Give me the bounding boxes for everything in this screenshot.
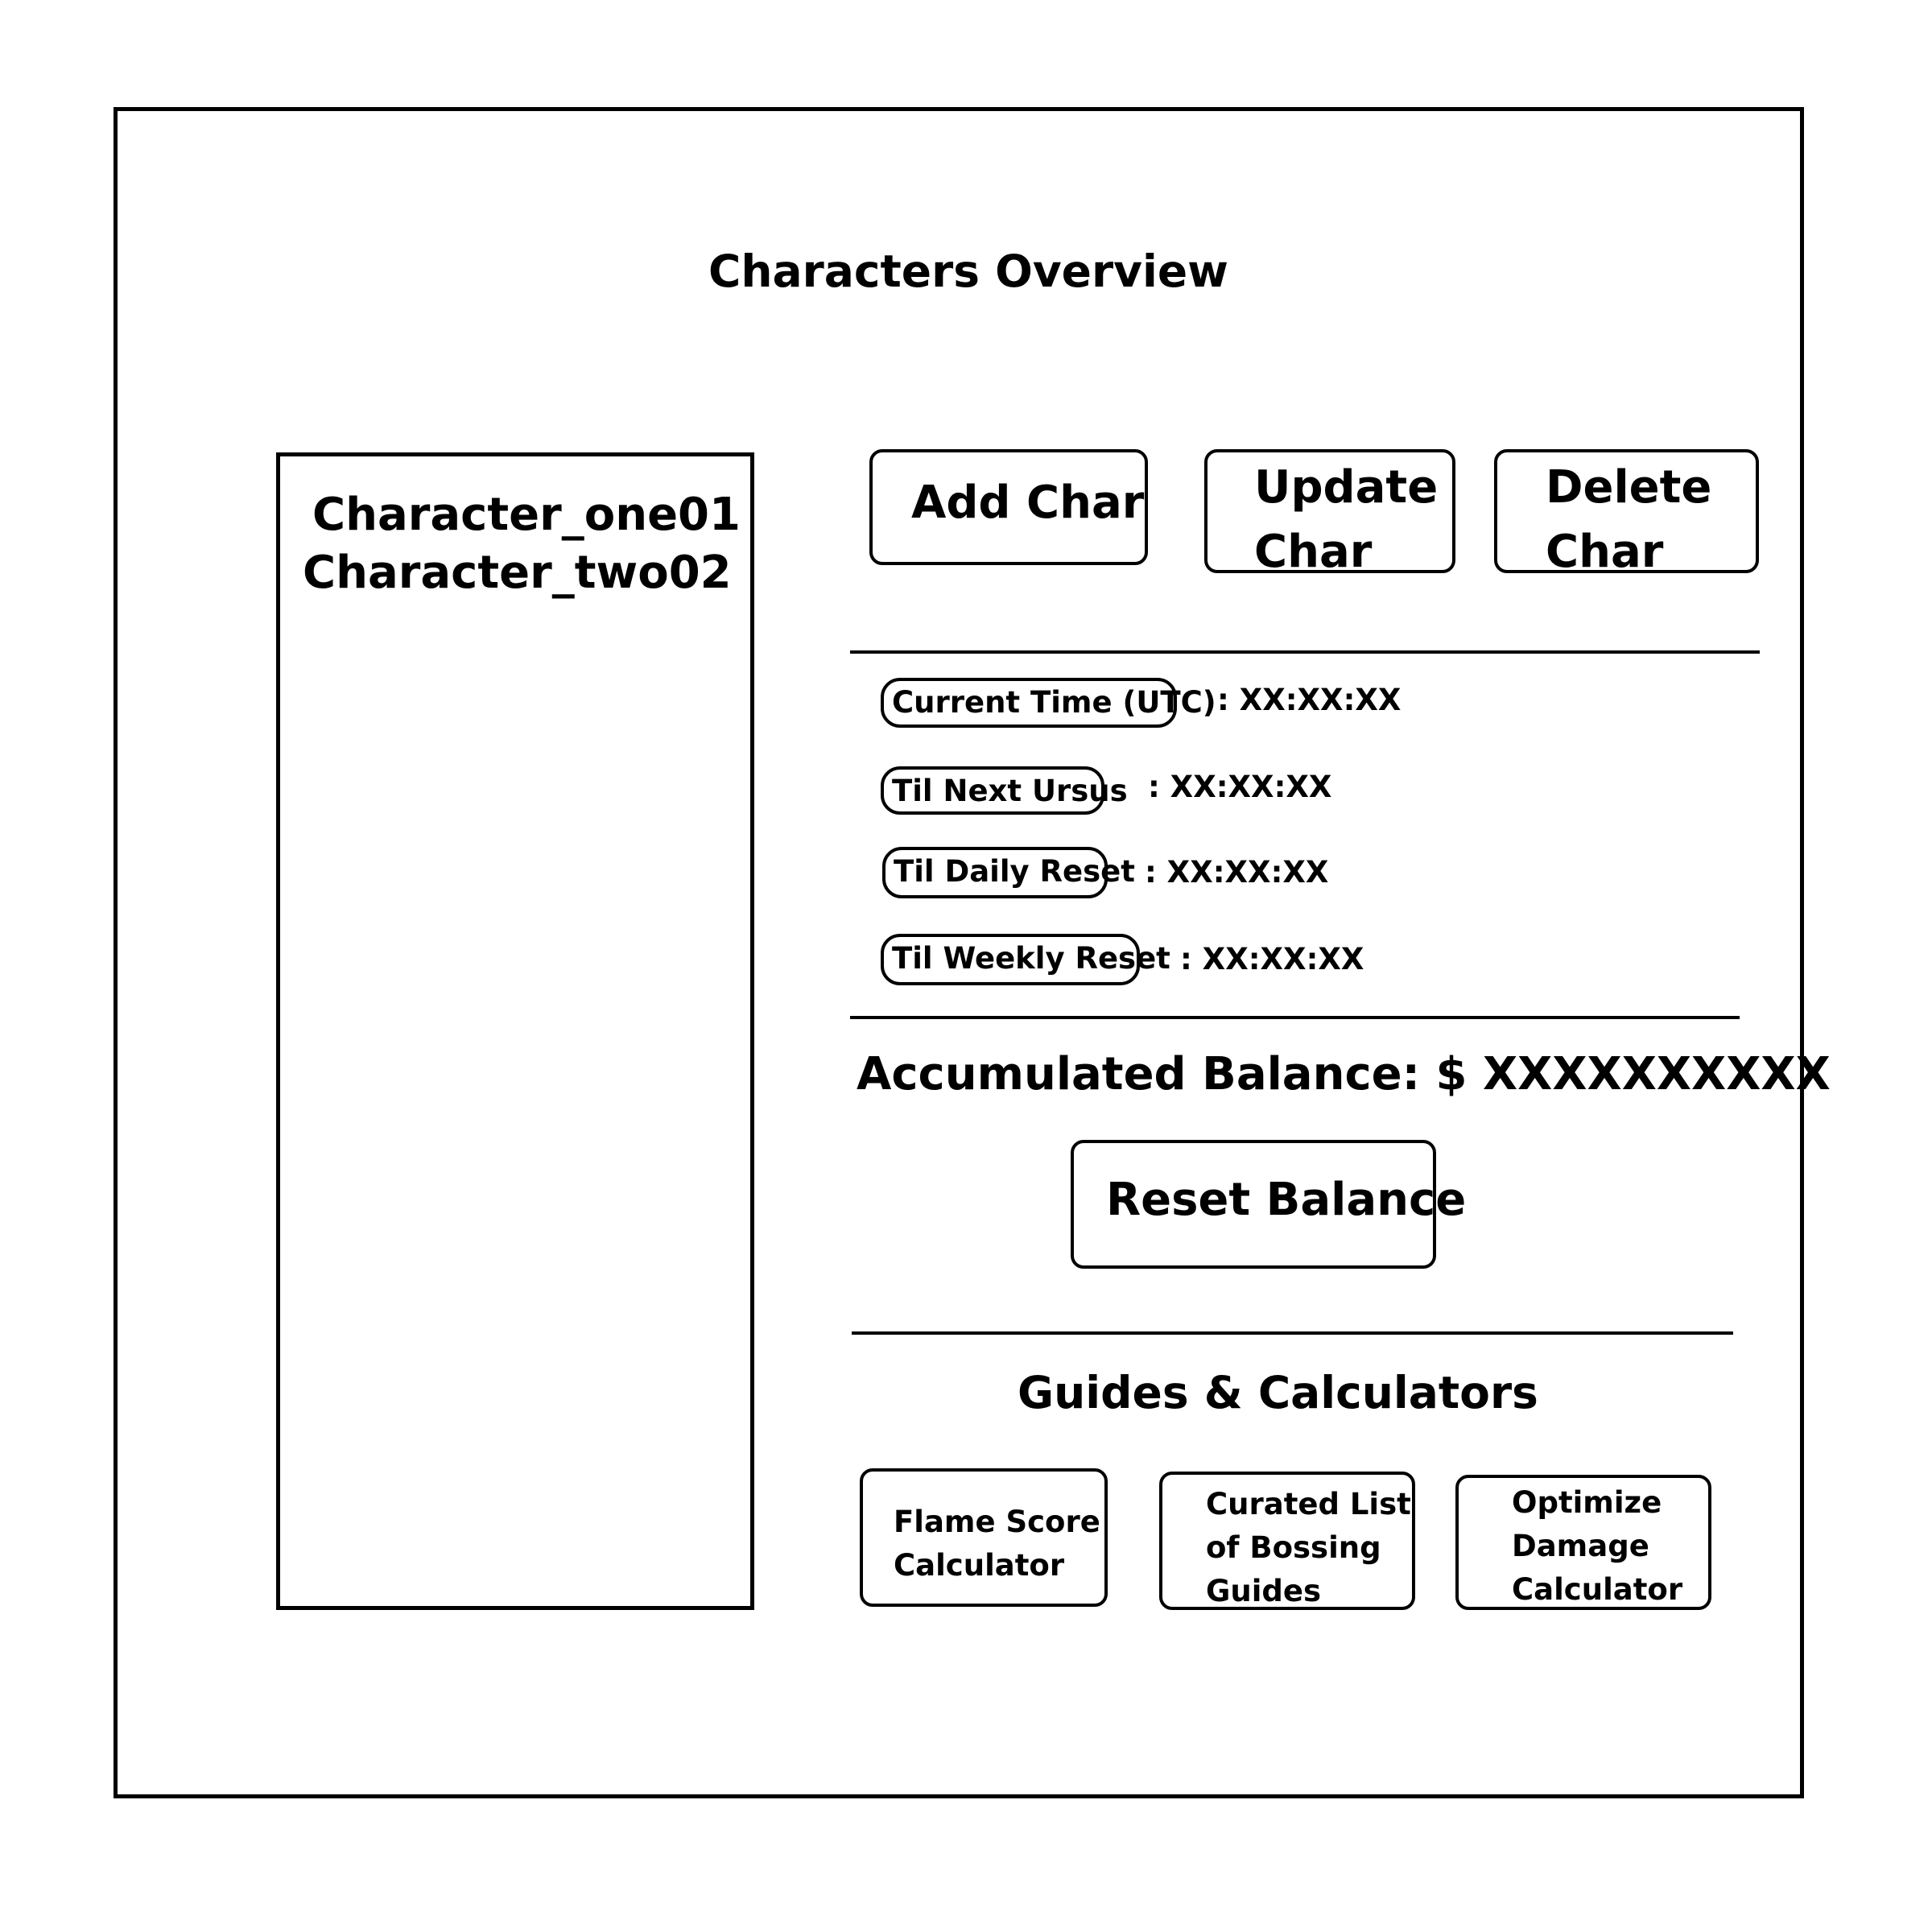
flame-score-calculator-button[interactable]: Flame Score Calculator <box>860 1468 1108 1607</box>
add-char-button[interactable]: Add Char <box>869 449 1148 565</box>
divider <box>850 1016 1740 1019</box>
reset-balance-button[interactable]: Reset Balance <box>1071 1140 1466 1269</box>
accumulated-balance: Accumulated Balance: $ XXXXXXXXXX <box>857 1048 1831 1100</box>
guides-title: Guides & Calculators <box>1018 1367 1538 1418</box>
divider <box>850 650 1760 654</box>
timer-label-next-ursus: Til Next Ursus <box>881 766 1128 815</box>
delete-char-label: Delete Char <box>1546 461 1712 578</box>
list-item[interactable]: Character_one01 <box>312 489 741 541</box>
timer-value-weekly-reset: : XX:XX:XX <box>1180 942 1364 976</box>
update-char-button[interactable]: Update Char <box>1204 449 1455 578</box>
timer-label-current-time: Current Time (UTC) <box>881 678 1216 728</box>
timer-value-current-time: : XX:XX:XX <box>1217 683 1402 717</box>
timer-label-daily-reset: Til Daily Reset <box>882 847 1135 898</box>
optimize-damage-calculator-button[interactable]: Optimize Damage Calculator <box>1455 1475 1711 1610</box>
delete-char-button[interactable]: Delete Char <box>1494 449 1759 578</box>
timer-value-daily-reset: : XX:XX:XX <box>1145 855 1329 890</box>
add-char-label: Add Char <box>911 477 1145 529</box>
timer-value-next-ursus: : XX:XX:XX <box>1148 770 1332 804</box>
reset-balance-label: Reset Balance <box>1106 1174 1467 1226</box>
page-title: Characters Overview <box>708 246 1228 297</box>
timer-label-weekly-reset: Til Weekly Reset <box>881 934 1170 985</box>
bossing-guides-button[interactable]: Curated List of Bossing Guides <box>1159 1472 1415 1610</box>
divider <box>852 1331 1733 1335</box>
character-list[interactable]: Character_one01 Character_two02 <box>276 452 754 1610</box>
list-item[interactable]: Character_two02 <box>303 547 732 599</box>
update-char-label: Update Char <box>1254 461 1439 578</box>
